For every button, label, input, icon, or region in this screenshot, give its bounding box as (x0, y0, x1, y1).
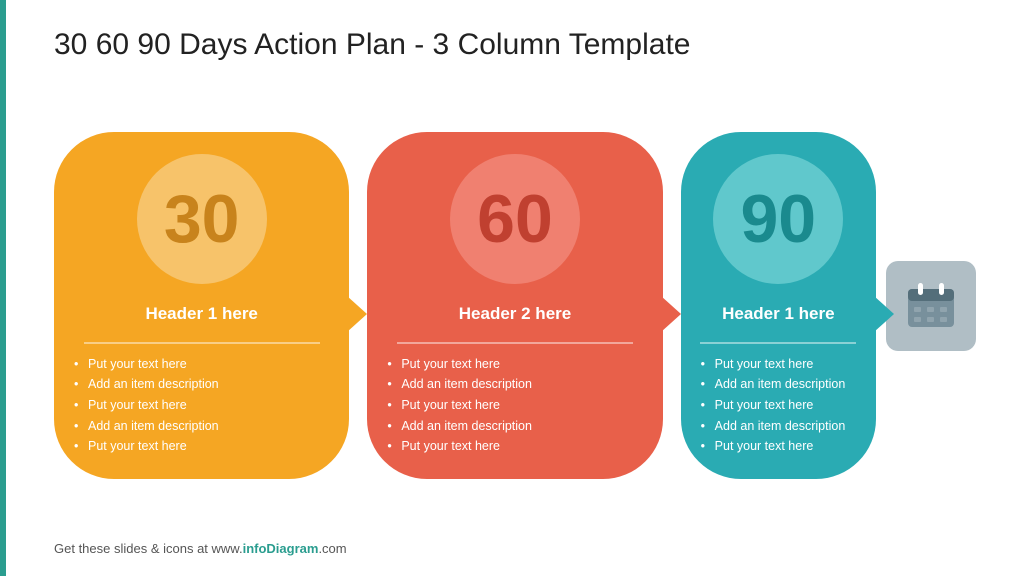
list-item: Put your text here (74, 436, 329, 457)
number-60: 60 (477, 185, 553, 253)
divider-90 (700, 342, 856, 344)
divider-60 (397, 342, 633, 344)
header-text-60: Header 2 here (459, 304, 571, 323)
list-item: Put your text here (74, 354, 329, 375)
columns-area: 30Header 1 herePut your text hereAdd an … (54, 84, 976, 527)
header-band-60: Header 2 here (367, 294, 662, 334)
list-item: Put your text here (701, 436, 856, 457)
list-item: Put your text here (387, 395, 642, 416)
pill-60: 60Header 2 herePut your text hereAdd an … (367, 132, 662, 479)
slide-container: 30 60 90 Days Action Plan - 3 Column Tem… (0, 0, 1024, 576)
circle-30: 30 (137, 154, 267, 284)
left-accent (0, 0, 6, 576)
column-wrap-90: 90Header 1 herePut your text hereAdd an … (681, 84, 976, 527)
footer-prefix: Get these slides & icons at www. (54, 541, 243, 556)
divider-30 (84, 342, 320, 344)
column-wrap-60: 60Header 2 herePut your text hereAdd an … (367, 84, 662, 527)
slide-title: 30 60 90 Days Action Plan - 3 Column Tem… (54, 28, 976, 62)
bullet-list-90: Put your text hereAdd an item descriptio… (681, 354, 876, 457)
bullet-list-60: Put your text hereAdd an item descriptio… (367, 354, 662, 457)
list-item: Add an item description (387, 416, 642, 437)
header-arrow-30 (347, 296, 367, 332)
number-30: 30 (164, 185, 240, 253)
calendar-icon-wrap (886, 261, 976, 351)
header-band-90: Header 1 here (681, 294, 876, 334)
header-arrow-90 (874, 296, 894, 332)
list-item: Add an item description (701, 374, 856, 395)
pill-30: 30Header 1 herePut your text hereAdd an … (54, 132, 349, 479)
list-item: Put your text here (701, 354, 856, 375)
pill-90: 90Header 1 herePut your text hereAdd an … (681, 132, 876, 479)
list-item: Put your text here (387, 436, 642, 457)
footer-brand: infoDiagram (243, 541, 319, 556)
list-item: Put your text here (701, 395, 856, 416)
header-text-90: Header 1 here (722, 304, 834, 323)
list-item: Add an item description (387, 374, 642, 395)
header-arrow-60 (661, 296, 681, 332)
bullet-list-30: Put your text hereAdd an item descriptio… (54, 354, 349, 457)
circle-90: 90 (713, 154, 843, 284)
list-item: Add an item description (701, 416, 856, 437)
header-text-30: Header 1 here (145, 304, 257, 323)
column-wrap-30: 30Header 1 herePut your text hereAdd an … (54, 84, 349, 527)
header-band-30: Header 1 here (54, 294, 349, 334)
calendar-icon (904, 279, 958, 333)
list-item: Put your text here (74, 395, 329, 416)
footer-suffix: .com (318, 541, 346, 556)
list-item: Add an item description (74, 374, 329, 395)
footer: Get these slides & icons at www.infoDiag… (54, 541, 976, 556)
number-90: 90 (740, 185, 816, 253)
list-item: Add an item description (74, 416, 329, 437)
list-item: Put your text here (387, 354, 642, 375)
circle-60: 60 (450, 154, 580, 284)
